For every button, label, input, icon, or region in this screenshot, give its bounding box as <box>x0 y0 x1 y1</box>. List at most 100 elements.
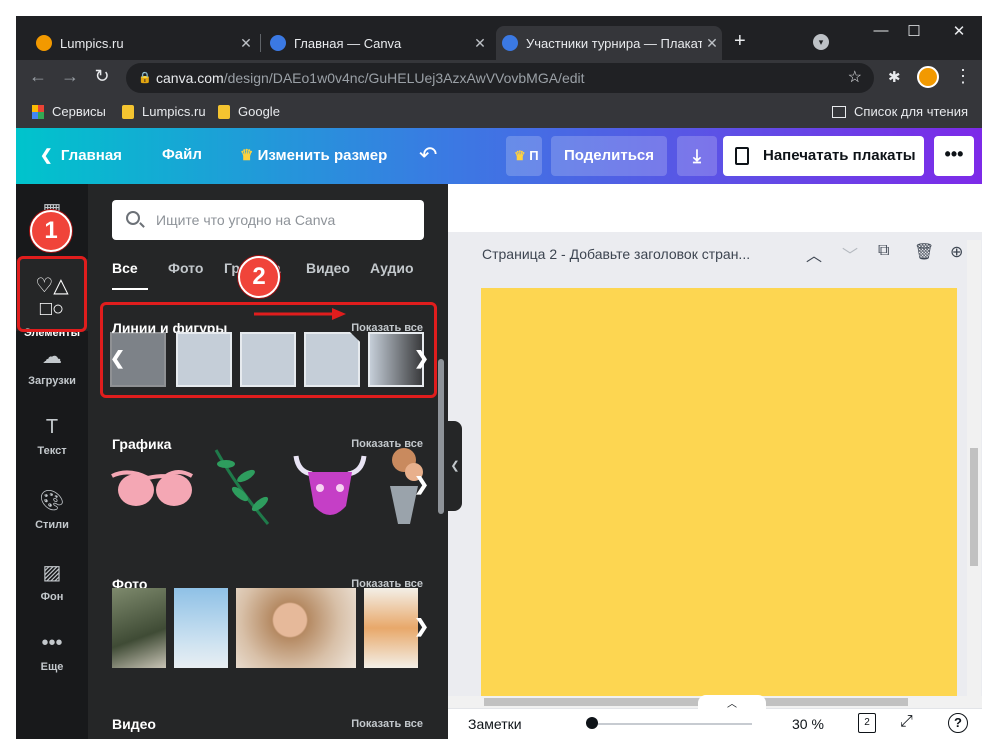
new-tab-button[interactable]: + <box>734 30 746 53</box>
minimize-button[interactable]: — <box>866 22 896 39</box>
sunglasses-graphic[interactable] <box>108 446 196 526</box>
folder-icon <box>122 104 134 119</box>
step-badge: 1 <box>30 210 72 252</box>
tab-photo[interactable]: Фото <box>168 260 203 276</box>
pro-label: П <box>529 148 539 163</box>
design-page[interactable] <box>481 288 957 696</box>
expand-notes-chevron-icon[interactable]: ︿ <box>698 695 766 710</box>
close-window-button[interactable]: ✕ <box>944 22 974 40</box>
scrollbar-thumb[interactable] <box>970 448 978 566</box>
rail-item-styles[interactable]: 🎨︎ Стили <box>16 488 88 548</box>
profile-avatar[interactable] <box>917 66 939 88</box>
search-input[interactable]: Ищите что угодно на Canva <box>112 200 424 240</box>
bookmarks-bar: Сервисы Lumpics.ru Google Список для чте… <box>16 96 982 128</box>
bookmark-label: Google <box>238 104 280 119</box>
pro-button[interactable]: ♛ П <box>506 136 542 176</box>
orange-favicon-icon <box>36 35 52 51</box>
rail-item-label: Текст <box>37 445 67 457</box>
palette-icon: 🎨︎ <box>39 490 65 512</box>
photo-thumbnail[interactable] <box>174 588 228 668</box>
home-button[interactable]: ❮ Главная <box>40 146 122 164</box>
home-label: Главная <box>60 147 122 164</box>
vertical-scrollbar[interactable] <box>967 240 981 696</box>
photo-thumbnail[interactable] <box>112 588 166 668</box>
canva-favicon-icon <box>502 35 518 51</box>
chevron-down-icon[interactable]: ﹀ <box>842 242 858 266</box>
tab-search-icon[interactable]: ▾ <box>813 34 829 50</box>
search-icon <box>126 211 140 225</box>
extensions-puzzle-icon[interactable]: ✱ <box>888 68 901 86</box>
bookmark-star-icon[interactable]: ☆ <box>848 63 862 93</box>
show-all-video[interactable]: Показать все <box>351 718 423 730</box>
page-count-button[interactable]: 2 <box>858 713 876 733</box>
photo-thumbnail[interactable] <box>364 588 418 668</box>
more-options-button[interactable]: ••• <box>934 136 974 176</box>
zoom-level[interactable]: 30 % <box>792 716 824 732</box>
browser-menu-icon[interactable]: ⋮ <box>954 66 972 87</box>
rail-item-more[interactable]: ••• Еще <box>16 632 88 692</box>
tab-audio[interactable]: Аудио <box>370 260 414 276</box>
close-icon[interactable]: ✕ <box>702 35 722 52</box>
panel-scrollbar[interactable] <box>438 359 444 514</box>
print-icon <box>735 147 749 165</box>
url-host: canva.com <box>156 70 224 86</box>
resize-button[interactable]: ♛ Изменить размер <box>240 146 387 164</box>
search-placeholder: Ищите что угодно на Canva <box>156 212 336 228</box>
help-button[interactable]: ? <box>948 713 968 733</box>
rail-item-uploads[interactable]: ☁ Загрузки <box>16 344 88 404</box>
bookmark-lumpics[interactable]: Lumpics.ru <box>122 104 206 119</box>
tab-all[interactable]: Все <box>112 260 138 276</box>
reading-list-icon <box>832 105 847 118</box>
zoom-slider[interactable] <box>592 723 752 725</box>
leaf-branch-graphic[interactable] <box>206 446 276 526</box>
reading-list[interactable]: Список для чтения <box>832 104 968 119</box>
back-arrow-icon[interactable]: ← <box>26 66 50 87</box>
collapse-panel-button[interactable]: ❮ <box>448 421 462 511</box>
canvas-footer: ︿ Заметки 30 % 2 ⤢ ? <box>448 695 982 739</box>
chevron-up-icon[interactable]: ︿ <box>806 242 822 266</box>
fullscreen-icon[interactable]: ⤢ <box>900 713 913 731</box>
duplicate-page-icon[interactable]: ⧉ <box>878 242 889 260</box>
active-tab-underline <box>112 288 148 290</box>
bookmark-google[interactable]: Google <box>218 104 280 119</box>
reading-list-label: Список для чтения <box>854 104 968 119</box>
tab-title: Lumpics.ru <box>60 35 124 51</box>
add-page-icon[interactable]: ⊕ <box>950 242 963 262</box>
bookmark-services[interactable]: Сервисы <box>32 104 106 119</box>
zoom-slider-knob[interactable] <box>586 717 598 729</box>
step-badge: 2 <box>238 256 280 298</box>
print-posters-button[interactable]: Напечатать плакаты <box>723 136 924 176</box>
close-icon[interactable]: ✕ <box>470 35 490 52</box>
tab-canva-design[interactable]: Участники турнира — Плакат ✕ <box>496 26 722 60</box>
address-bar[interactable]: 🔒 canva.com/design/DAEo1w0v4nc/GuHELUej3… <box>126 63 874 93</box>
rail-item-label: Фон <box>40 591 64 603</box>
scrollbar-thumb[interactable] <box>484 698 908 706</box>
maximize-button[interactable]: ☐ <box>899 22 929 40</box>
rail-item-text[interactable]: T Текст <box>16 416 88 476</box>
section-title-video: Видео <box>112 716 156 732</box>
crown-icon: ♛ <box>240 147 254 164</box>
trash-icon[interactable]: 🗑︎ <box>914 242 934 262</box>
page-title[interactable]: Страница 2 - Добавьте заголовок стран... <box>482 246 750 262</box>
reload-icon[interactable]: ↻ <box>90 66 114 87</box>
file-menu-button[interactable]: Файл <box>162 146 202 163</box>
canvas-area: Страница 2 - Добавьте заголовок стран...… <box>448 184 982 739</box>
rail-item-background[interactable]: ▨ Фон <box>16 560 88 620</box>
tab-canva-home[interactable]: Главная — Canva ✕ <box>264 26 490 60</box>
tab-separator <box>260 34 261 52</box>
forward-arrow-icon[interactable]: → <box>58 66 82 87</box>
close-icon[interactable]: ✕ <box>236 35 256 52</box>
chevron-right-icon[interactable]: ❯ <box>414 616 429 637</box>
resize-label: Изменить размер <box>257 147 388 164</box>
notes-button[interactable]: Заметки <box>468 716 522 732</box>
background-icon: ▨ <box>42 562 62 584</box>
bull-head-graphic[interactable] <box>288 446 372 526</box>
tab-lumpics[interactable]: Lumpics.ru ✕ <box>30 26 256 60</box>
tab-title: Участники турнира — Плакат <box>526 35 702 51</box>
undo-icon[interactable]: ↶ <box>419 142 437 168</box>
chevron-right-icon[interactable]: ❯ <box>414 474 429 495</box>
photo-thumbnail[interactable] <box>236 588 356 668</box>
download-icon[interactable]: ⤓ <box>677 136 717 176</box>
share-button[interactable]: Поделиться <box>551 136 667 176</box>
tab-video[interactable]: Видео <box>306 260 350 276</box>
